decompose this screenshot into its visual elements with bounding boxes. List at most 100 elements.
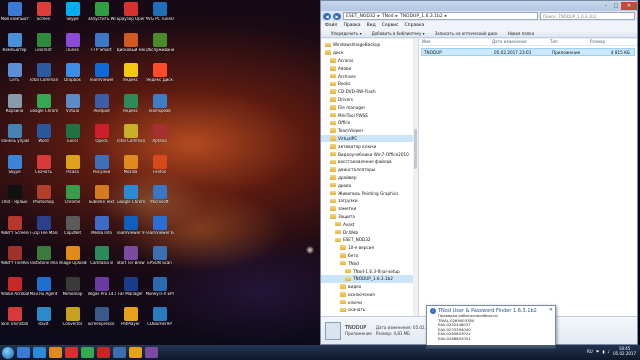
desktop-shortcut[interactable]: Mimomap: [58, 275, 87, 306]
desktop-shortcut[interactable]: Akelpad: [87, 92, 116, 123]
menu-item[interactable]: Справка: [405, 23, 425, 28]
menu-item[interactable]: Вид: [367, 23, 376, 28]
breadcrumb-separator-icon[interactable]: ▸: [396, 14, 398, 19]
desktop-shortcut[interactable]: Teamspeak: [145, 92, 174, 123]
tree-item[interactable]: загрузки: [321, 197, 418, 205]
taskbar-app-icon[interactable]: [113, 347, 126, 358]
tree-item[interactable]: Archives: [321, 72, 418, 80]
tree-item[interactable]: видео: [321, 283, 418, 291]
menu-item[interactable]: Правка: [343, 23, 360, 28]
desktop-shortcut[interactable]: Mail.Ru Agent: [29, 275, 58, 306]
desktop-shortcut[interactable]: Дисковый менеджер: [116, 31, 145, 62]
desktop-shortcut[interactable]: AVG PC TuneUp 2015: [145, 0, 174, 31]
taskbar-app-icon[interactable]: [17, 347, 30, 358]
search-input[interactable]: Поиск: TNODUP_1.6.3.1b2: [540, 12, 635, 20]
toolbar-button[interactable]: Упорядочить ▾: [331, 31, 362, 36]
minimize-button[interactable]: –: [601, 2, 611, 10]
desktop-shortcut[interactable]: Aptana: [145, 122, 174, 153]
tree-item[interactable]: Adobe: [321, 64, 418, 72]
desktop-shortcut[interactable]: TeamViewer 64-bit: [145, 214, 174, 245]
forward-icon[interactable]: ▶: [333, 12, 341, 20]
taskbar-app-icon[interactable]: [97, 347, 110, 358]
column-header-name[interactable]: Имя: [419, 39, 489, 45]
toolbar-button[interactable]: Записать на оптический диск: [435, 31, 498, 36]
desktop-shortcut[interactable]: Camtasia 8: [87, 244, 116, 275]
toolbar-button[interactable]: Добавить в библиотеку ▾: [372, 31, 425, 36]
desktop-shortcut[interactable]: Vegas Pro 14.0 (64-bit): [87, 275, 116, 306]
desktop-shortcut[interactable]: Total Commander: [29, 61, 58, 92]
taskbar-app-icon[interactable]: [33, 347, 46, 358]
tree-item[interactable]: File manager: [321, 103, 418, 111]
tree-item[interactable]: бета: [321, 252, 418, 260]
tree-item[interactable]: TeamViewer: [321, 127, 418, 135]
desktop-shortcut[interactable]: Сеть: [0, 61, 29, 92]
desktop-shortcut[interactable]: Start Tor Browser: [116, 244, 145, 275]
desktop-shortcut[interactable]: EPSON Scan: [145, 244, 174, 275]
tree-item[interactable]: Живопись Painting Graphics: [321, 189, 418, 197]
desktop-shortcut[interactable]: Sublime Text: [87, 183, 116, 214]
tree-item[interactable]: VirtualPC: [321, 134, 418, 143]
desktop-shortcut[interactable]: Яндекс Диск: [145, 61, 174, 92]
tree-item[interactable]: TNod: [321, 259, 418, 267]
menu-item[interactable]: Файл: [325, 23, 337, 28]
clock[interactable]: 18:45 05.02.2017: [613, 346, 636, 356]
desktop-shortcut[interactable]: Яндекс: [116, 92, 145, 123]
taskbar-app-icon[interactable]: [81, 347, 94, 358]
desktop-shortcut[interactable]: Яндекс: [116, 61, 145, 92]
desktop-shortcut[interactable]: ABBYY Screensh...: [0, 214, 29, 245]
tree-item[interactable]: заметки: [321, 205, 418, 213]
volume-icon[interactable]: ♪: [608, 349, 611, 354]
desktop-shortcut[interactable]: Браузер Opera: [116, 0, 145, 31]
breadcrumb-item[interactable]: ESET_NOD32: [346, 14, 376, 19]
tree-item[interactable]: Drivers: [321, 96, 418, 104]
breadcrumb[interactable]: ESET_NOD32 ▸ TNod ▸ TNODUP_1.6.3.1b2 ▸: [343, 12, 538, 20]
desktop-shortcut[interactable]: Total Commander: [116, 122, 145, 153]
tree-item[interactable]: Dr.Web: [321, 228, 418, 236]
flag-icon[interactable]: ⚑: [596, 349, 600, 354]
desktop-shortcut[interactable]: Dropbox: [58, 61, 87, 92]
tree-item[interactable]: деинсталляторы: [321, 166, 418, 174]
tree-item[interactable]: скачать: [321, 306, 418, 314]
desktop-shortcut[interactable]: Screen: [29, 0, 58, 31]
tree-item[interactable]: 10-я версия: [321, 244, 418, 252]
tree-item[interactable]: WindowsImageBackup: [321, 41, 418, 49]
desktop-shortcut[interactable]: Панель управления: [0, 122, 29, 153]
desktop-shortcut[interactable]: Image Uploader: [58, 244, 87, 275]
desktop-shortcut[interactable]: Google Chrome: [29, 92, 58, 123]
network-icon[interactable]: ▮: [602, 349, 604, 354]
desktop-shortcut[interactable]: Ravit: [29, 305, 58, 336]
taskbar-app-icon[interactable]: [129, 347, 142, 358]
desktop-shortcut[interactable]: Мой компьютер: [0, 0, 29, 31]
start-button[interactable]: [2, 346, 14, 359]
tree-item[interactable]: Office: [321, 119, 418, 127]
desktop-shortcut[interactable]: uTorrent: [29, 31, 58, 62]
window-titlebar[interactable]: – □ ✕: [321, 1, 637, 11]
desktop-shortcut[interactable]: Screenpresso v2.0: [87, 305, 116, 336]
desktop-shortcut[interactable]: iTunes: [58, 31, 87, 62]
desktop-shortcut[interactable]: Корзина: [0, 92, 29, 123]
desktop-shortcut[interactable]: FastStone Image Viewer: [29, 244, 58, 275]
desktop-shortcut[interactable]: F-Zip File Manager: [29, 214, 58, 245]
desktop-shortcut[interactable]: Обслуживание: [145, 31, 174, 62]
taskbar-app-icon[interactable]: [145, 347, 158, 358]
desktop-shortcut[interactable]: MoneyTFX EPSON Scan: [145, 275, 174, 306]
tree-item[interactable]: ключи: [321, 298, 418, 306]
desktop-shortcut[interactable]: Компьютер: [0, 31, 29, 62]
language-indicator[interactable]: RU: [587, 349, 593, 354]
taskbar-app-icon[interactable]: [65, 347, 78, 358]
desktop-shortcut[interactable]: Рисунки: [87, 153, 116, 184]
tree-item[interactable]: Avast: [321, 220, 418, 228]
desktop-shortcut[interactable]: Adobe Acrobat DC: [0, 275, 29, 306]
back-icon[interactable]: ◀: [323, 12, 331, 20]
desktop-shortcut[interactable]: FTP Smart: [87, 31, 116, 62]
desktop-shortcut[interactable]: Clip2Net: [58, 214, 87, 245]
desktop-shortcut[interactable]: Skype: [58, 0, 87, 31]
tree-item[interactable]: Books: [321, 80, 418, 88]
desktop-shortcut[interactable]: PotPlayer: [116, 305, 145, 336]
desktop-shortcut[interactable]: Picasa: [58, 153, 87, 184]
desktop-shortcut[interactable]: Запустить Windows: [87, 0, 116, 31]
file-row[interactable]: TNODUP 05.02.2017 23:01 Приложение 4 815…: [421, 48, 635, 56]
tree-item[interactable]: исключения: [321, 291, 418, 299]
tree-item[interactable]: драйвер: [321, 174, 418, 182]
desktop-shortcut[interactable]: Skin Uninstall: [0, 305, 29, 336]
